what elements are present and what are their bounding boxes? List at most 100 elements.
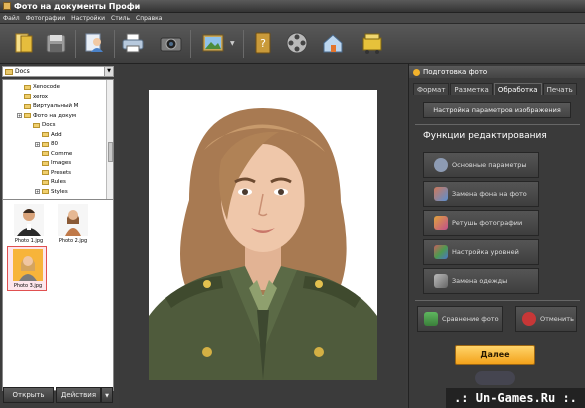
chevron-down-icon[interactable]: ▼	[104, 67, 113, 76]
tab-bar: Формат Разметка Обработка Печать	[413, 83, 578, 95]
folder-icon	[24, 94, 31, 99]
photo-canvas	[119, 64, 406, 408]
panel-header: Подготовка фото	[409, 66, 585, 78]
tree-item-label: Фото на докум	[33, 112, 77, 119]
folder-select-value: Docs	[15, 68, 30, 75]
button-label: Отменить	[540, 315, 574, 323]
photo-item-1[interactable]: Photo 1.jpg	[9, 202, 49, 247]
button-label: Основные параметры	[452, 161, 527, 169]
tree-item[interactable]: + Фото на докум	[17, 112, 76, 120]
open-files-button[interactable]: Открыть	[3, 387, 54, 403]
tree-item[interactable]: Images	[42, 159, 71, 167]
expand-icon[interactable]: +	[35, 141, 40, 147]
tree-item-label: Styles	[51, 188, 68, 195]
tree-item-label: 80	[51, 141, 58, 147]
print-icon	[122, 33, 144, 53]
photo-item-2[interactable]: Photo 2.jpg	[53, 202, 93, 247]
next-button[interactable]: Далее	[455, 345, 535, 365]
actions-dropdown-button[interactable]: ▼	[101, 387, 113, 403]
tree-item[interactable]: Xenocode	[24, 83, 60, 91]
camera-button[interactable]	[156, 28, 186, 58]
toolbar: ▼ ?	[0, 24, 585, 64]
chevron-down-icon: ▼	[105, 393, 109, 399]
photo-thumbnail-image	[58, 204, 88, 236]
actions-button[interactable]: Действия	[56, 387, 101, 403]
background-icon	[434, 187, 448, 201]
watermark: .: Un-Games.Ru :.	[446, 388, 585, 408]
portrait-photo[interactable]	[149, 90, 377, 380]
menu-photos[interactable]: Фотографии	[26, 15, 66, 22]
video-button[interactable]	[282, 28, 312, 58]
decorative-ornament	[475, 371, 515, 385]
gear-icon	[434, 158, 448, 172]
divider	[415, 124, 580, 125]
save-button[interactable]	[41, 28, 71, 58]
tree-item[interactable]: +80	[35, 140, 58, 148]
tree-item[interactable]: Docs	[33, 121, 56, 129]
tree-vertical-scrollbar[interactable]	[106, 80, 113, 200]
tree-item-label: xerox	[33, 93, 49, 100]
undo-icon	[522, 312, 536, 326]
menu-help[interactable]: Справка	[136, 15, 162, 22]
expand-icon[interactable]: +	[35, 189, 40, 194]
tree-item[interactable]: Виртуальный М	[24, 102, 78, 110]
replace-clothes-button[interactable]: Замена одежды	[423, 268, 539, 294]
star-icon	[413, 68, 420, 76]
photo-item-3-selected[interactable]: Photo 3.jpg	[7, 246, 47, 291]
help-book-icon: ?	[255, 32, 271, 54]
clothes-icon	[434, 274, 448, 288]
divider	[415, 300, 580, 301]
tab-markup[interactable]: Разметка	[450, 83, 493, 95]
user-button[interactable]	[80, 28, 110, 58]
folder-tree: Xenocode xerox Виртуальный М + Фото на докум…	[2, 79, 114, 209]
tab-format[interactable]: Формат	[413, 83, 450, 95]
basic-parameters-button[interactable]: Основные параметры	[423, 152, 539, 178]
tree-item[interactable]: + Styles	[35, 188, 68, 196]
button-label: Замена одежды	[452, 277, 508, 285]
folder-icon	[33, 122, 40, 128]
compare-icon	[424, 312, 438, 326]
folder-icon	[42, 151, 49, 156]
undo-button[interactable]: Отменить	[515, 306, 577, 332]
help-button[interactable]: ?	[248, 28, 278, 58]
retouch-button[interactable]: Ретушь фотографии	[423, 210, 539, 236]
photo-thumbnail-image	[13, 249, 43, 281]
button-label: Ретушь фотографии	[452, 219, 523, 227]
folder-icon	[42, 132, 49, 137]
menu-settings[interactable]: Настройки	[71, 15, 105, 22]
levels-button[interactable]: Настройка уровней	[423, 239, 539, 265]
expand-icon[interactable]: +	[17, 113, 22, 118]
home-icon	[323, 34, 343, 53]
print-button[interactable]	[118, 28, 148, 58]
brush-icon	[434, 216, 448, 230]
folder-icon	[42, 170, 49, 175]
tab-processing[interactable]: Обработка	[493, 83, 542, 95]
tab-print[interactable]: Печать	[542, 83, 577, 95]
open-button[interactable]	[9, 28, 39, 58]
tree-item[interactable]: Add	[42, 131, 62, 139]
folder-select[interactable]: Docs ▼	[2, 66, 114, 77]
shop-button[interactable]	[357, 28, 387, 58]
home-button[interactable]	[318, 28, 348, 58]
tree-item[interactable]: Presets	[42, 169, 71, 177]
image-icon	[202, 34, 224, 52]
menu-file[interactable]: Файл	[3, 15, 20, 22]
folder-icon	[24, 103, 31, 109]
tree-item[interactable]: xerox	[24, 93, 48, 101]
tree-item-label: Docs	[42, 122, 56, 128]
image-dropdown-icon[interactable]: ▼	[230, 40, 238, 48]
image-settings-button[interactable]: Настройка параметров изображения	[423, 102, 571, 118]
folder-icon	[24, 113, 31, 118]
tree-item-label: Виртуальный М	[33, 103, 79, 109]
replace-background-button[interactable]: Замена фона на фото	[423, 181, 539, 207]
image-button[interactable]	[198, 28, 228, 58]
tree-item[interactable]: Comme	[42, 150, 72, 158]
tree-item[interactable]: Rules	[42, 178, 66, 186]
compare-photos-button[interactable]: Сравнение фото	[417, 306, 503, 332]
menu-style[interactable]: Стиль	[111, 15, 130, 22]
left-panel: Docs ▼ Xenocode xerox Виртуальный М + Фото н…	[0, 64, 117, 408]
shop-icon	[362, 33, 382, 54]
svg-text:?: ?	[260, 37, 266, 50]
save-icon	[46, 34, 66, 53]
title-bar: Фото на документы Профи	[0, 0, 585, 13]
